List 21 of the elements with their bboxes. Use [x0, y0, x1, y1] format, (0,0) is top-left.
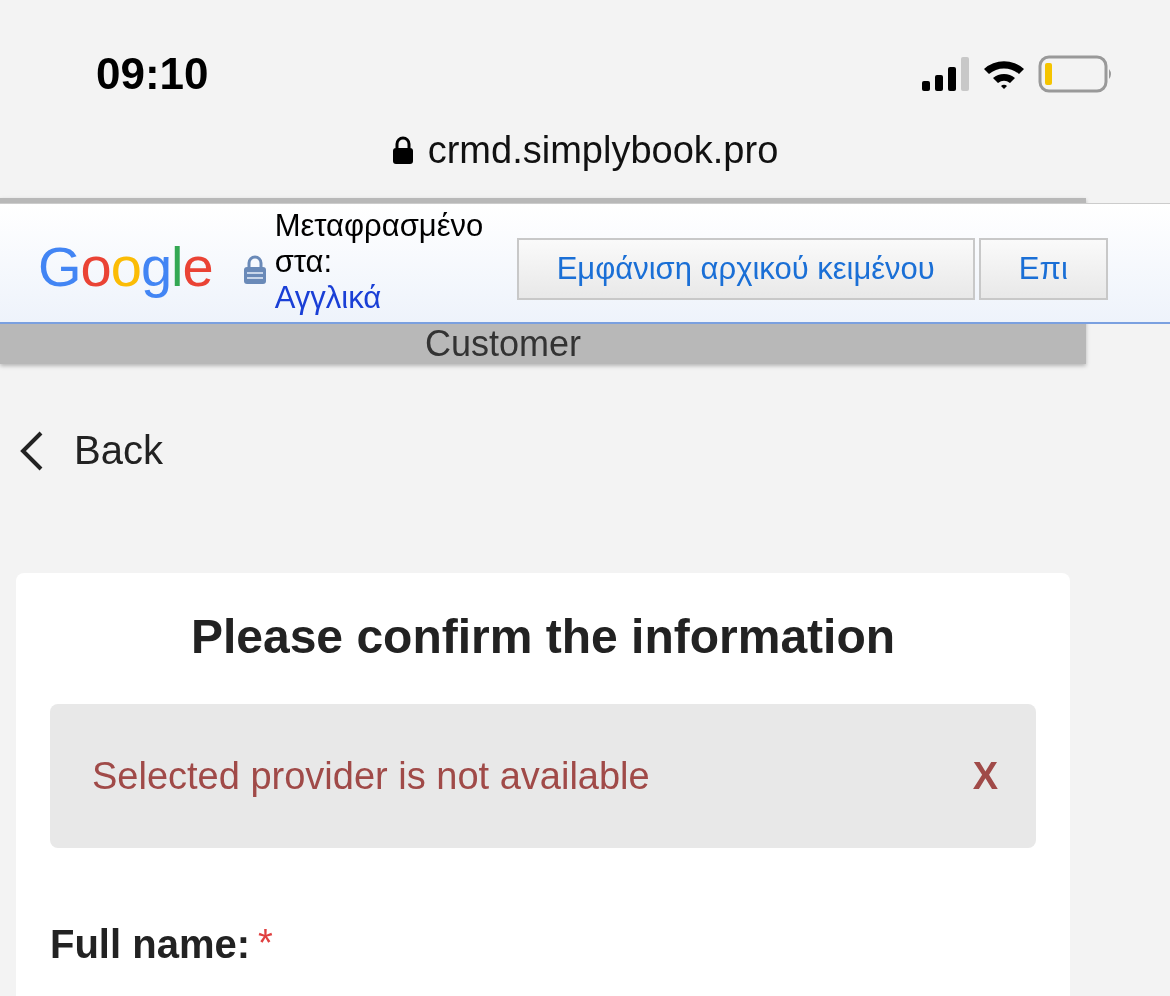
battery-icon: [1038, 55, 1114, 93]
chevron-left-icon[interactable]: [18, 429, 44, 472]
card-title: Please confirm the information: [189, 609, 897, 664]
close-button[interactable]: X: [972, 754, 998, 798]
google-logo: Google: [38, 234, 213, 299]
header-title: Customer: [424, 324, 581, 364]
required-marker: *: [258, 922, 273, 965]
lock-icon: [391, 136, 414, 164]
translated-label: Μεταφρασμένο: [274, 208, 485, 244]
field-label: Full name:: [50, 922, 251, 967]
url-text[interactable]: crmd.simplybook.pro: [427, 128, 779, 172]
language-link[interactable]: Αγγλικά: [274, 280, 517, 316]
wifi-icon: [982, 58, 1026, 90]
back-link[interactable]: Back: [74, 428, 163, 473]
lock-icon: [242, 254, 267, 284]
translated-label: στα:: [274, 244, 334, 280]
signal-icon: [922, 57, 970, 91]
translate-button[interactable]: Εμφάνιση αρχικού κειμένου: [516, 238, 975, 300]
translate-button[interactable]: Επι: [978, 238, 1108, 300]
status-time: 09:10: [96, 49, 209, 99]
alert-message: Selected provider is not available: [92, 754, 650, 798]
